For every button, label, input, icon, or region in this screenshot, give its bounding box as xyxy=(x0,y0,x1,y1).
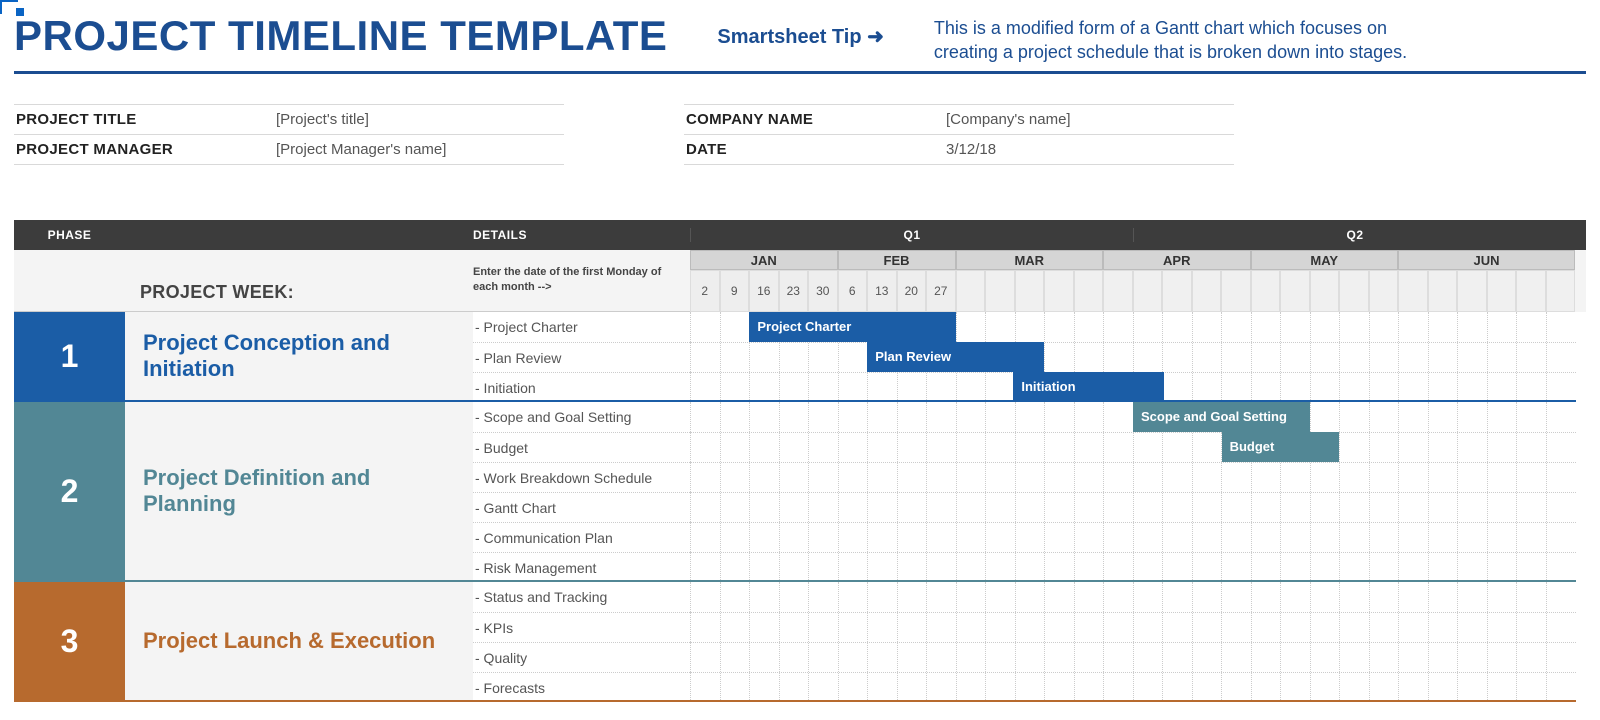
months-row: JANFEBMARAPRMAYJUN xyxy=(690,250,1576,270)
meta-left: PROJECT TITLE [Project's title] PROJECT … xyxy=(14,104,564,165)
week-date-empty xyxy=(1457,270,1487,312)
gantt-bar[interactable]: Budget xyxy=(1222,432,1340,462)
detail-item[interactable]: - Plan Review xyxy=(473,342,690,372)
grid-header-row: PHASE DETAILS Q1 Q2 xyxy=(14,220,1586,250)
page-title: PROJECT TIMELINE TEMPLATE xyxy=(14,12,667,60)
meta-value-project-manager[interactable]: [Project Manager's name] xyxy=(276,141,446,158)
project-week-label: PROJECT WEEK: xyxy=(125,250,473,312)
week-date-empty xyxy=(1074,270,1104,312)
phase-row-2: 2Project Definition and Planning- Scope … xyxy=(14,402,1586,582)
col-header-details: DETAILS xyxy=(473,228,690,242)
week-date-empty xyxy=(1428,270,1458,312)
gantt-area-3 xyxy=(690,582,1576,702)
week-date-empty xyxy=(1192,270,1222,312)
phase-row-3: 3Project Launch & Execution- Status and … xyxy=(14,582,1586,702)
phase-details-2: - Scope and Goal Setting- Budget- Work B… xyxy=(473,402,690,582)
phase-number-2: 2 xyxy=(14,402,125,582)
week-date-empty xyxy=(1339,270,1369,312)
detail-item[interactable]: - Forecasts xyxy=(473,672,690,702)
week-date-empty xyxy=(1516,270,1546,312)
detail-item[interactable]: - Gantt Chart xyxy=(473,492,690,522)
week-date-empty xyxy=(1280,270,1310,312)
detail-item[interactable]: - Risk Management xyxy=(473,552,690,582)
detail-item[interactable]: - KPIs xyxy=(473,612,690,642)
week-date[interactable]: 23 xyxy=(779,270,809,312)
phase-number-3: 3 xyxy=(14,582,125,702)
week-date-empty xyxy=(985,270,1015,312)
meta-label-project-title: PROJECT TITLE xyxy=(16,111,276,128)
detail-item[interactable]: - Initiation xyxy=(473,372,690,402)
gantt-area-2: Scope and Goal SettingBudget xyxy=(690,402,1576,582)
months-container: JANFEBMARAPRMAYJUN 291623306132027 xyxy=(690,250,1576,312)
phase-name-1[interactable]: Project Conception and Initiation xyxy=(125,312,473,402)
week-date-empty xyxy=(1162,270,1192,312)
week-date-empty xyxy=(1133,270,1163,312)
meta-value-company-name[interactable]: [Company's name] xyxy=(946,111,1071,128)
week-date-empty xyxy=(1015,270,1045,312)
week-date[interactable]: 30 xyxy=(808,270,838,312)
month-jan: JAN xyxy=(690,250,838,270)
col-header-phase: PHASE xyxy=(14,228,125,242)
tip-description: This is a modified form of a Gantt chart… xyxy=(934,12,1454,65)
grid-subheader-row: PROJECT WEEK: Enter the date of the firs… xyxy=(14,250,1586,312)
subheader-phase-spacer xyxy=(14,250,125,312)
week-date-empty xyxy=(1310,270,1340,312)
month-jun: JUN xyxy=(1398,250,1575,270)
dates-row: 291623306132027 xyxy=(690,270,1576,312)
phase-row-1: 1Project Conception and Initiation- Proj… xyxy=(14,312,1586,402)
meta-label-company-name: COMPANY NAME xyxy=(686,111,946,128)
selection-corner xyxy=(0,0,18,14)
phase-details-1: - Project Charter- Plan Review- Initiati… xyxy=(473,312,690,402)
week-date[interactable]: 9 xyxy=(720,270,750,312)
meta-value-date[interactable]: 3/12/18 xyxy=(946,141,996,158)
week-date[interactable]: 27 xyxy=(926,270,956,312)
phase-number-1: 1 xyxy=(14,312,125,402)
month-mar: MAR xyxy=(956,250,1104,270)
week-date-empty xyxy=(1103,270,1133,312)
week-date-empty xyxy=(1044,270,1074,312)
meta-label-project-manager: PROJECT MANAGER xyxy=(16,141,276,158)
week-date-empty xyxy=(1221,270,1251,312)
week-date[interactable]: 2 xyxy=(690,270,720,312)
detail-item[interactable]: - Work Breakdown Schedule xyxy=(473,462,690,492)
week-date-empty xyxy=(956,270,986,312)
meta-label-date: DATE xyxy=(686,141,946,158)
detail-item[interactable]: - Budget xyxy=(473,432,690,462)
gantt-bar[interactable]: Scope and Goal Setting xyxy=(1133,402,1310,432)
week-date[interactable]: 13 xyxy=(867,270,897,312)
detail-item[interactable]: - Communication Plan xyxy=(473,522,690,552)
date-hint: Enter the date of the first Monday of ea… xyxy=(473,250,690,312)
detail-item[interactable]: - Project Charter xyxy=(473,312,690,342)
gantt-grid: PHASE DETAILS Q1 Q2 PROJECT WEEK: Enter … xyxy=(14,220,1586,702)
gantt-area-1: Project CharterPlan ReviewInitiation xyxy=(690,312,1576,402)
detail-item[interactable]: - Status and Tracking xyxy=(473,582,690,612)
meta-section: PROJECT TITLE [Project's title] PROJECT … xyxy=(14,104,1586,165)
gantt-bar[interactable]: Initiation xyxy=(1013,372,1164,402)
meta-right: COMPANY NAME [Company's name] DATE 3/12/… xyxy=(684,104,1234,165)
week-date-empty xyxy=(1487,270,1517,312)
week-date[interactable]: 16 xyxy=(749,270,779,312)
week-date-empty xyxy=(1251,270,1281,312)
phases-container: 1Project Conception and Initiation- Proj… xyxy=(14,312,1586,702)
gantt-bar[interactable]: Project Charter xyxy=(749,312,955,342)
detail-item[interactable]: - Quality xyxy=(473,642,690,672)
week-date[interactable]: 6 xyxy=(838,270,868,312)
week-date-empty xyxy=(1369,270,1399,312)
phase-details-3: - Status and Tracking- KPIs- Quality- Fo… xyxy=(473,582,690,702)
month-apr: APR xyxy=(1103,250,1251,270)
phase-name-3[interactable]: Project Launch & Execution xyxy=(125,582,473,702)
week-date-empty xyxy=(1398,270,1428,312)
col-header-q1: Q1 xyxy=(690,228,1133,242)
header: PROJECT TIMELINE TEMPLATE Smartsheet Tip… xyxy=(14,12,1586,74)
month-may: MAY xyxy=(1251,250,1399,270)
week-date[interactable]: 20 xyxy=(897,270,927,312)
meta-value-project-title[interactable]: [Project's title] xyxy=(276,111,369,128)
col-header-q2: Q2 xyxy=(1133,228,1576,242)
phase-name-2[interactable]: Project Definition and Planning xyxy=(125,402,473,582)
month-feb: FEB xyxy=(838,250,956,270)
week-date-empty xyxy=(1546,270,1576,312)
gantt-bar[interactable]: Plan Review xyxy=(867,342,1044,372)
tip-label[interactable]: Smartsheet Tip ➜ xyxy=(717,12,883,49)
detail-item[interactable]: - Scope and Goal Setting xyxy=(473,402,690,432)
